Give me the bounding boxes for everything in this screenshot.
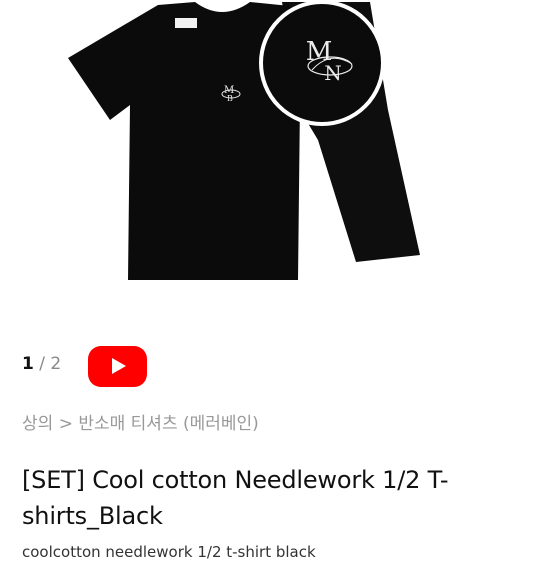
breadcrumb-category[interactable]: 상의: [22, 414, 53, 434]
breadcrumb: 상의 > 반소매 티셔츠 (메러베인): [22, 412, 259, 436]
tshirt-neck-label: [175, 18, 197, 28]
youtube-video-button[interactable]: [88, 346, 147, 387]
zoom-logo-text-n: N: [324, 61, 342, 85]
image-pager-separator: /: [39, 354, 45, 374]
youtube-play-icon: [112, 358, 126, 374]
product-title: [SET] Cool cotton Needlework 1/2 T-shirt…: [22, 466, 449, 530]
breadcrumb-subcategory[interactable]: 반소매 티셔츠 (메러베인): [78, 414, 258, 434]
chest-logo-b: B: [227, 94, 233, 103]
product-subtitle: coolcotton needlework 1/2 t-shirt black: [22, 543, 316, 561]
product-photo: M B M N: [68, 0, 420, 280]
image-pager-total: 2: [50, 354, 62, 374]
image-pager: 1 / 2: [22, 352, 61, 376]
image-pager-current: 1: [22, 354, 34, 374]
product-image[interactable]: M B M N: [0, 0, 554, 320]
breadcrumb-separator: >: [58, 414, 73, 434]
logo-zoom-circle: M N: [259, 0, 385, 126]
